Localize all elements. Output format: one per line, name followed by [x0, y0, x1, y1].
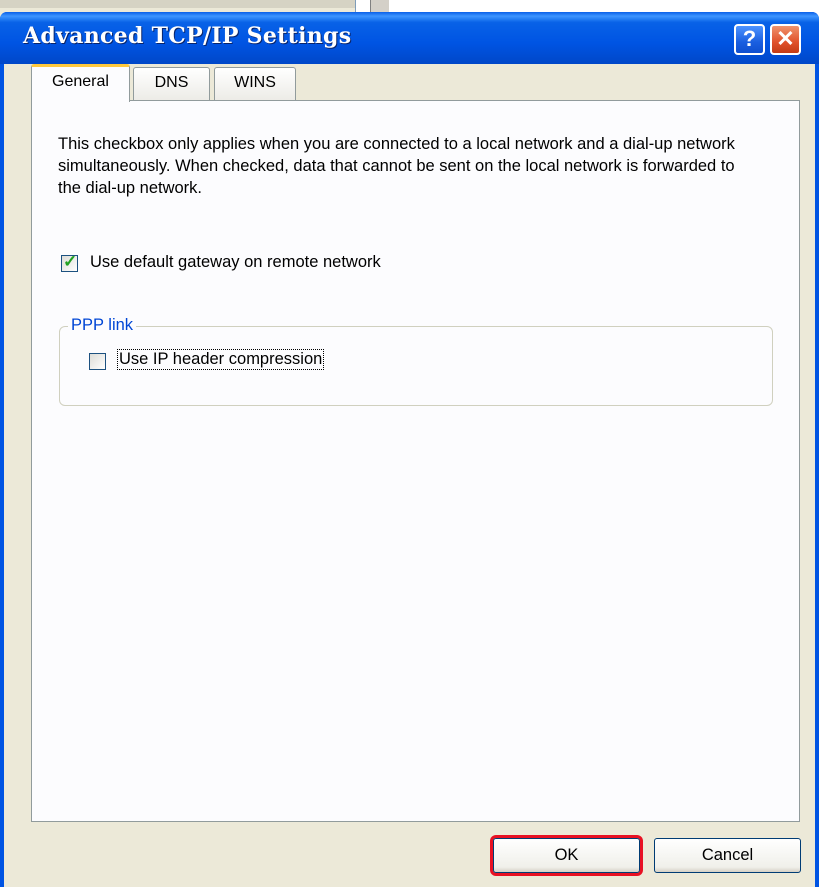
- dialog-title: Advanced TCP/IP Settings: [23, 23, 352, 49]
- checkmark-icon: ✓: [63, 252, 78, 271]
- tab-general[interactable]: General: [31, 64, 130, 102]
- ip-header-compression-checkbox[interactable]: [89, 353, 106, 370]
- tab-wins[interactable]: WINS: [214, 67, 296, 101]
- default-gateway-checkbox[interactable]: ✓: [61, 252, 78, 272]
- tab-dns[interactable]: DNS: [133, 67, 210, 101]
- ip-header-compression-label[interactable]: Use IP header compression: [116, 349, 325, 370]
- close-button[interactable]: ✕: [770, 24, 801, 55]
- default-gateway-label[interactable]: Use default gateway on remote network: [90, 253, 381, 272]
- description-text: This checkbox only applies when you are …: [58, 135, 735, 197]
- ppp-link-group-title: PPP link: [68, 316, 137, 335]
- general-tab-panel: [31, 100, 800, 822]
- title-bar[interactable]: Advanced TCP/IP Settings ? ✕: [0, 12, 819, 64]
- help-icon: ?: [742, 26, 757, 51]
- cancel-button[interactable]: Cancel: [654, 838, 801, 873]
- help-button[interactable]: ?: [734, 24, 765, 55]
- close-icon: ✕: [776, 26, 795, 51]
- ok-button[interactable]: OK: [493, 838, 640, 873]
